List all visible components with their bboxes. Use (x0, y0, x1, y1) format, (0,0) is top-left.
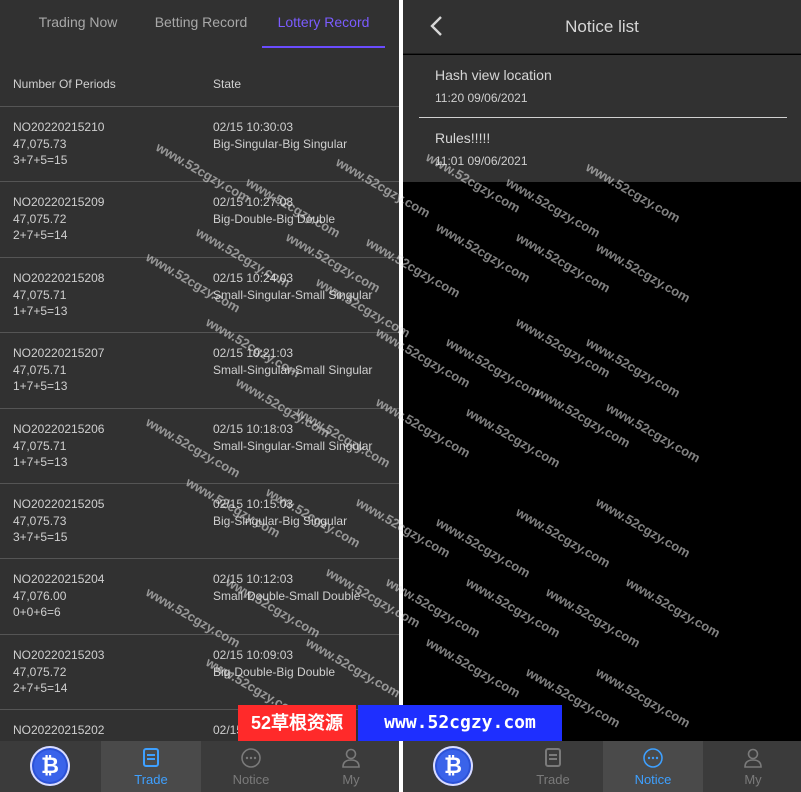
nav-my-label: My (744, 772, 762, 787)
price-value: 47,075.71 (13, 363, 67, 378)
header-bar: Notice list (403, 0, 801, 54)
draw-time: 02/15 10:12:03 (213, 572, 294, 587)
period-number: NO20220215206 (13, 421, 105, 436)
document-icon (143, 748, 159, 767)
draw-time: 02/15 10:21:03 (213, 346, 294, 361)
draw-state: Small-Double-Small Double (213, 589, 361, 604)
draw-time: 02/15 10:24:03 (213, 270, 294, 285)
price-value: 47,075.72 (13, 212, 67, 227)
nav-my-label: My (342, 772, 360, 787)
price-value: 47,075.73 (13, 137, 67, 151)
notice-list-screen: Notice list Hash view location 11:20 09/… (403, 0, 801, 792)
price-value: 47,075.71 (13, 438, 67, 453)
nav-trade[interactable]: Trade (503, 741, 603, 792)
active-tab-indicator (262, 46, 385, 48)
draw-time: 02/15 10:09:03 (213, 647, 294, 662)
user-icon (342, 748, 360, 768)
bottom-nav: ₿ Trade Notice My (403, 741, 801, 792)
nav-notice-label: Notice (232, 772, 270, 787)
period-number: NO20220215207 (13, 346, 105, 361)
table-row: NO20220215204 47,076.00 0+0+6=6 02/15 10:12… (0, 559, 399, 635)
period-number: NO20220215210 (13, 120, 105, 134)
bottom-nav: ₿ Trade Notice My (0, 741, 399, 792)
table-row: NO20220215210 47,075.73 3+7+5=15 02/15 10:3… (0, 107, 399, 183)
digit-sum: 1+7+5=13 (13, 454, 68, 469)
nav-notice-label: Notice (634, 772, 672, 787)
notice-date: 11:01 09/06/2021 (435, 154, 528, 168)
period-number: NO20220215204 (13, 572, 105, 587)
nav-logo[interactable]: ₿ (0, 741, 100, 792)
tab-lottery-record[interactable]: Lottery Record (262, 0, 385, 48)
lottery-record-screen: Trading Now Betting Record Lottery Recor… (0, 0, 399, 792)
nav-trade[interactable]: Trade (101, 741, 201, 792)
period-number: NO20220215205 (13, 496, 105, 511)
notice-list: Hash view location 11:20 09/06/2021 Rule… (403, 55, 801, 182)
price-value: 47,075.71 (13, 287, 67, 302)
draw-state: Big-Double-Big Double (213, 212, 336, 227)
digit-sum: 3+7+5=15 (13, 529, 68, 544)
column-header-state: State (213, 77, 242, 91)
digit-sum: 2+7+5=14 (13, 680, 68, 695)
draw-time: 02/15 10:27:03 (213, 195, 294, 210)
lottery-record-list: NO20220215210 47,075.73 3+7+5=15 02/15 10:3… (0, 107, 399, 786)
draw-state: Small-Singular-Small Singular (213, 363, 373, 378)
column-header-periods: Number Of Periods (13, 77, 116, 91)
nav-my[interactable]: My (703, 741, 801, 792)
period-number: NO20220215209 (13, 195, 105, 210)
table-row: NO20220215206 47,075.71 1+7+5=13 02/15 10:1… (0, 409, 399, 484)
draw-state: Small-Singular-Small Singular (213, 438, 373, 453)
tab-trading-now[interactable]: Trading Now (0, 0, 156, 48)
nav-trade-label: Trade (134, 772, 168, 787)
notice-item[interactable]: Hash view location 11:20 09/06/2021 (419, 55, 787, 117)
draw-time: 02/15 10:30:03 (213, 120, 294, 134)
watermark-banner-right: www.52cgzy.com (358, 705, 562, 741)
notice-item[interactable]: Rules!!!!! 11:01 09/06/2021 (419, 118, 787, 180)
table-row: NO20220215209 47,075.72 2+7+5=14 02/15 10:2… (0, 182, 399, 258)
bitcoin-logo-icon: ₿ (433, 746, 473, 786)
digit-sum: 1+7+5=13 (13, 379, 68, 394)
draw-time: 02/15 10:18:03 (213, 421, 294, 436)
digit-sum: 3+7+5=15 (13, 153, 68, 167)
nav-trade-label: Trade (536, 772, 570, 787)
document-icon (545, 748, 561, 767)
digit-sum: 0+0+6=6 (13, 605, 61, 620)
period-number: NO20220215203 (13, 647, 105, 662)
digit-sum: 1+7+5=13 (13, 303, 68, 318)
notice-title: Rules!!!!! (435, 130, 491, 146)
chat-icon (241, 748, 261, 768)
table-row: NO20220215207 47,075.71 1+7+5=13 02/15 10:2… (0, 333, 399, 409)
price-value: 47,076.00 (13, 589, 67, 604)
notice-date: 11:20 09/06/2021 (435, 91, 528, 105)
notice-title: Hash view location (435, 67, 552, 83)
table-row: NO20220215203 47,075.72 2+7+5=14 02/15 10:0… (0, 635, 399, 711)
tab-bar: Trading Now Betting Record Lottery Recor… (0, 0, 399, 48)
bitcoin-logo-icon: ₿ (30, 746, 70, 786)
table-row: NO20220215205 47,075.73 3+7+5=15 02/15 10:1… (0, 484, 399, 560)
user-icon (744, 748, 762, 768)
price-value: 47,075.73 (13, 513, 67, 528)
chat-icon (643, 748, 663, 768)
nav-notice[interactable]: Notice (603, 741, 703, 792)
draw-state: Big-Singular-Big Singular (213, 513, 348, 528)
price-value: 47,075.72 (13, 664, 67, 679)
page-title: Notice list (565, 17, 639, 36)
draw-state: Big-Double-Big Double (213, 664, 336, 679)
digit-sum: 2+7+5=14 (13, 228, 68, 243)
watermark-banner-left: 52草根资源 (238, 705, 356, 741)
draw-state: Small-Singular-Small Singular (213, 287, 373, 302)
nav-my[interactable]: My (301, 741, 399, 792)
draw-state: Big-Singular-Big Singular (213, 137, 348, 151)
nav-logo[interactable]: ₿ (403, 741, 503, 792)
draw-time: 02/15 10:15:03 (213, 496, 294, 511)
table-row: NO20220215208 47,075.71 1+7+5=13 02/15 10:2… (0, 258, 399, 334)
period-number: NO20220215208 (13, 270, 105, 285)
tab-betting-record[interactable]: Betting Record (140, 0, 262, 48)
nav-notice[interactable]: Notice (201, 741, 301, 792)
period-number: NO20220215202 (13, 723, 105, 738)
